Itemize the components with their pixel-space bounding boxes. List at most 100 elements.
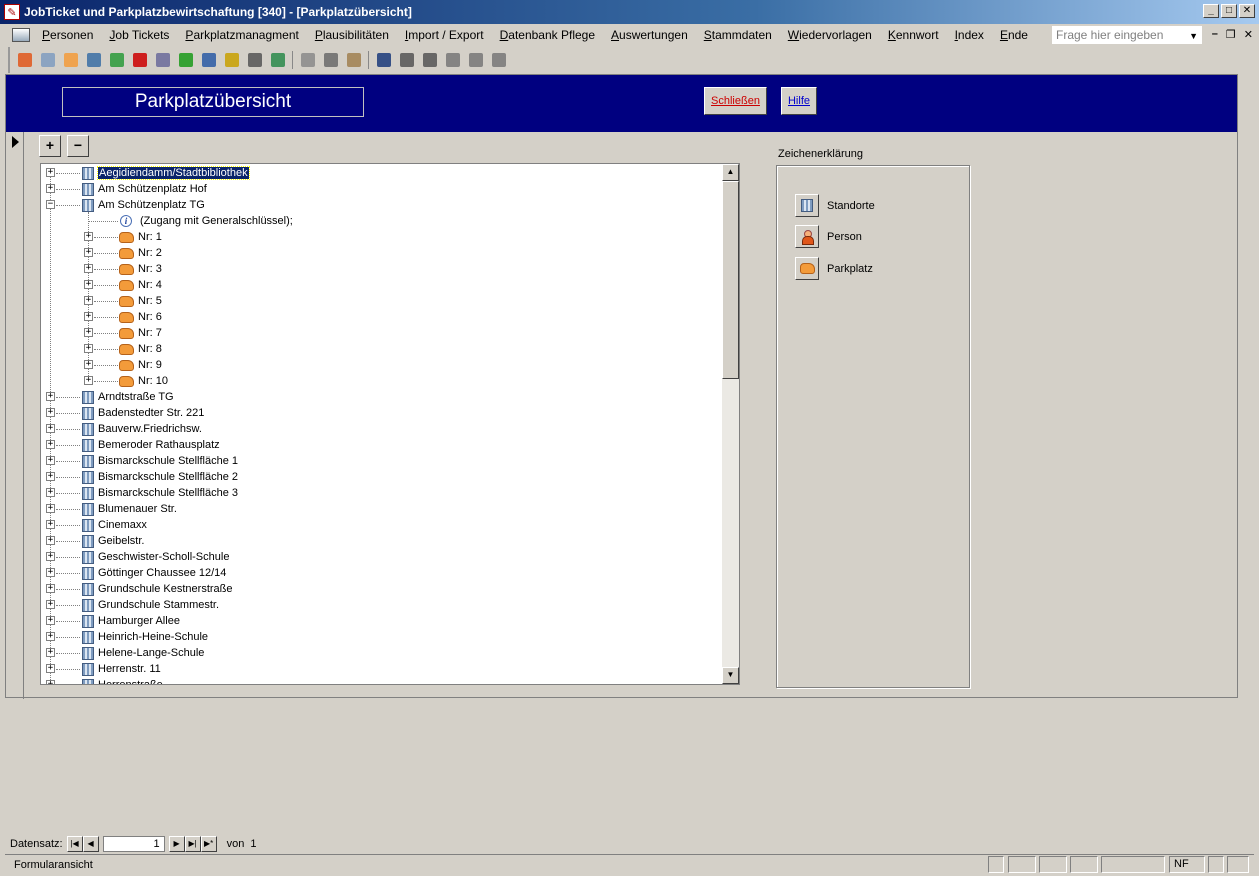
prev-record-button[interactable]: ◀ <box>82 836 99 852</box>
child-close-button[interactable]: ✕ <box>1244 28 1253 41</box>
scroll-down-icon[interactable]: ▼ <box>722 667 739 684</box>
tree-node-parking-space[interactable]: Nr: 8 <box>119 341 162 357</box>
car-icon[interactable] <box>60 50 81 70</box>
scroll-up-icon[interactable]: ▲ <box>722 164 739 181</box>
expand-node-icon[interactable]: + <box>46 680 55 684</box>
tree-node-location[interactable]: Am Schützenplatz Hof <box>82 181 207 197</box>
expand-node-icon[interactable]: + <box>84 264 93 273</box>
expand-node-icon[interactable]: + <box>46 392 55 401</box>
new-record-button[interactable]: ▶* <box>200 836 217 852</box>
check-icon[interactable] <box>83 50 104 70</box>
expand-node-icon[interactable]: + <box>46 584 55 593</box>
expand-node-icon[interactable]: + <box>84 360 93 369</box>
minimize-button[interactable]: _ <box>1203 4 1219 18</box>
child-minimize-button[interactable]: – <box>1212 28 1218 41</box>
child-restore-button[interactable]: ❐ <box>1226 28 1236 41</box>
expand-node-icon[interactable]: + <box>46 440 55 449</box>
tree-node-location[interactable]: Bismarckschule Stellfläche 2 <box>82 469 238 485</box>
scroll-thumb[interactable] <box>722 181 739 379</box>
filter-apply-icon[interactable] <box>488 50 509 70</box>
tree-node-location[interactable]: Bismarckschule Stellfläche 1 <box>82 453 238 469</box>
tree-node-parking-space[interactable]: Nr: 6 <box>119 309 162 325</box>
tree-node-location[interactable]: Helene-Lange-Schule <box>82 645 204 661</box>
menu-item-kennwort[interactable]: Kennwort <box>880 28 947 42</box>
tree-node-location[interactable]: Am Schützenplatz TG <box>82 197 205 213</box>
expand-node-icon[interactable]: + <box>46 648 55 657</box>
parking-tree-view[interactable]: + Aegidiendamm/Stadtbibliothek + Am Schütze… <box>40 163 740 685</box>
menu-item-job-tickets[interactable]: Job Tickets <box>101 28 177 42</box>
tree-node-parking-space[interactable]: Nr: 7 <box>119 325 162 341</box>
settings-icon[interactable] <box>244 50 265 70</box>
paste-icon[interactable] <box>343 50 364 70</box>
next-record-button[interactable]: ▶ <box>168 836 185 852</box>
expand-node-icon[interactable]: + <box>46 456 55 465</box>
tree-node-parking-space[interactable]: Nr: 9 <box>119 357 162 373</box>
expand-node-icon[interactable]: + <box>84 296 93 305</box>
close-window-button[interactable]: ✕ <box>1239 4 1255 18</box>
find-icon[interactable] <box>373 50 394 70</box>
record-selector[interactable] <box>6 132 24 699</box>
sort-desc-icon[interactable] <box>419 50 440 70</box>
expand-node-icon[interactable]: + <box>84 376 93 385</box>
menu-item-ende[interactable]: Ende <box>992 28 1036 42</box>
tree-scrollbar[interactable]: ▲ ▼ <box>722 164 739 684</box>
expand-node-icon[interactable]: + <box>46 536 55 545</box>
tree-node-location[interactable]: Badenstedter Str. 221 <box>82 405 204 421</box>
menu-item-plausibilitäten[interactable]: Plausibilitäten <box>307 28 397 42</box>
sort-asc-icon[interactable] <box>396 50 417 70</box>
tree-node-location[interactable]: Bauverw.Friedrichsw. <box>82 421 202 437</box>
tree-node-parking-space[interactable]: Nr: 1 <box>119 229 162 245</box>
menu-item-parkplatzmanagment[interactable]: Parkplatzmanagment <box>177 28 306 42</box>
expand-node-icon[interactable]: + <box>46 632 55 641</box>
copy-icon[interactable] <box>297 50 318 70</box>
expand-node-icon[interactable]: + <box>84 248 93 257</box>
help-button[interactable]: Hilfe <box>781 87 817 115</box>
import-icon[interactable] <box>267 50 288 70</box>
menu-item-index[interactable]: Index <box>947 28 992 42</box>
tree-node-location[interactable]: Herrenstr. 11 <box>82 661 161 677</box>
expand-node-icon[interactable]: + <box>84 328 93 337</box>
expand-node-icon[interactable]: + <box>46 552 55 561</box>
tree-node-location[interactable]: Blumenauer Str. <box>82 501 177 517</box>
last-record-button[interactable]: ▶| <box>184 836 201 852</box>
tree-node-location[interactable]: Bismarckschule Stellfläche 3 <box>82 485 238 501</box>
recycle-icon[interactable] <box>106 50 127 70</box>
dropdown-arrow-icon[interactable]: ▼ <box>1189 28 1198 42</box>
tree-node-parking-space[interactable]: Nr: 2 <box>119 245 162 261</box>
tree-node-info[interactable]: i (Zugang mit Generalschlüssel); <box>120 213 293 229</box>
person-icon[interactable] <box>14 50 35 70</box>
tree-node-location[interactable]: Heinrich-Heine-Schule <box>82 629 208 645</box>
tree-node-location[interactable]: Arndtstraße TG <box>82 389 174 405</box>
menu-item-auswertungen[interactable]: Auswertungen <box>603 28 696 42</box>
expand-node-icon[interactable]: + <box>46 408 55 417</box>
expand-all-button[interactable]: + <box>39 135 61 157</box>
refresh-icon[interactable] <box>175 50 196 70</box>
expand-node-icon[interactable]: + <box>46 600 55 609</box>
record-number-input[interactable]: 1 <box>102 836 165 852</box>
book-icon[interactable] <box>198 50 219 70</box>
collapse-node-icon[interactable]: − <box>46 200 55 209</box>
key-icon[interactable] <box>221 50 242 70</box>
tree-node-parking-space[interactable]: Nr: 3 <box>119 261 162 277</box>
expand-node-icon[interactable]: + <box>84 280 93 289</box>
filter-icon[interactable] <box>442 50 463 70</box>
menu-item-personen[interactable]: Personen <box>34 28 101 42</box>
tree-node-location[interactable]: Geibelstr. <box>82 533 144 549</box>
tree-node-location[interactable]: Geschwister-Scholl-Schule <box>82 549 229 565</box>
expand-node-icon[interactable]: + <box>46 568 55 577</box>
tree-node-parking-space[interactable]: Nr: 4 <box>119 277 162 293</box>
expand-node-icon[interactable]: + <box>84 232 93 241</box>
tree-node-location[interactable]: Aegidiendamm/Stadtbibliothek <box>82 165 250 181</box>
expand-node-icon[interactable]: + <box>46 504 55 513</box>
menu-item-wiedervorlagen[interactable]: Wiedervorlagen <box>780 28 880 42</box>
expand-node-icon[interactable]: + <box>46 616 55 625</box>
tree-node-parking-space[interactable]: Nr: 5 <box>119 293 162 309</box>
tree-node-location[interactable]: Grundschule Stammestr. <box>82 597 219 613</box>
tree-node-location[interactable]: Herrenstraße <box>82 677 163 684</box>
report-icon[interactable] <box>152 50 173 70</box>
menu-item-import-export[interactable]: Import / Export <box>397 28 492 42</box>
first-record-button[interactable]: |◀ <box>66 836 83 852</box>
expand-node-icon[interactable]: + <box>46 168 55 177</box>
tree-node-location[interactable]: Hamburger Allee <box>82 613 180 629</box>
expand-node-icon[interactable]: + <box>46 472 55 481</box>
